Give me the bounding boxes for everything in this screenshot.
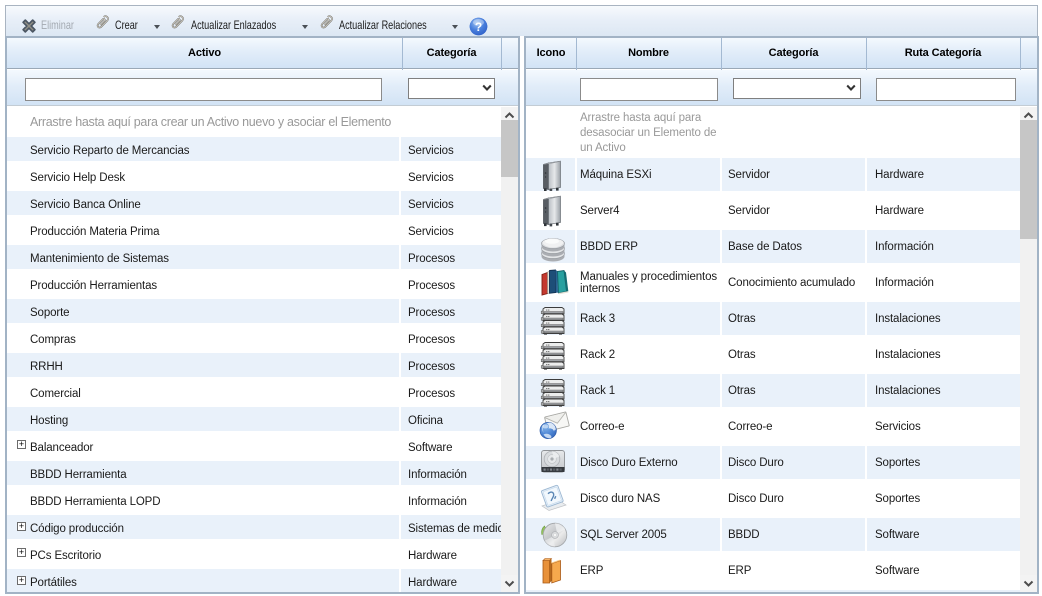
svg-text:?: ? — [475, 20, 482, 34]
